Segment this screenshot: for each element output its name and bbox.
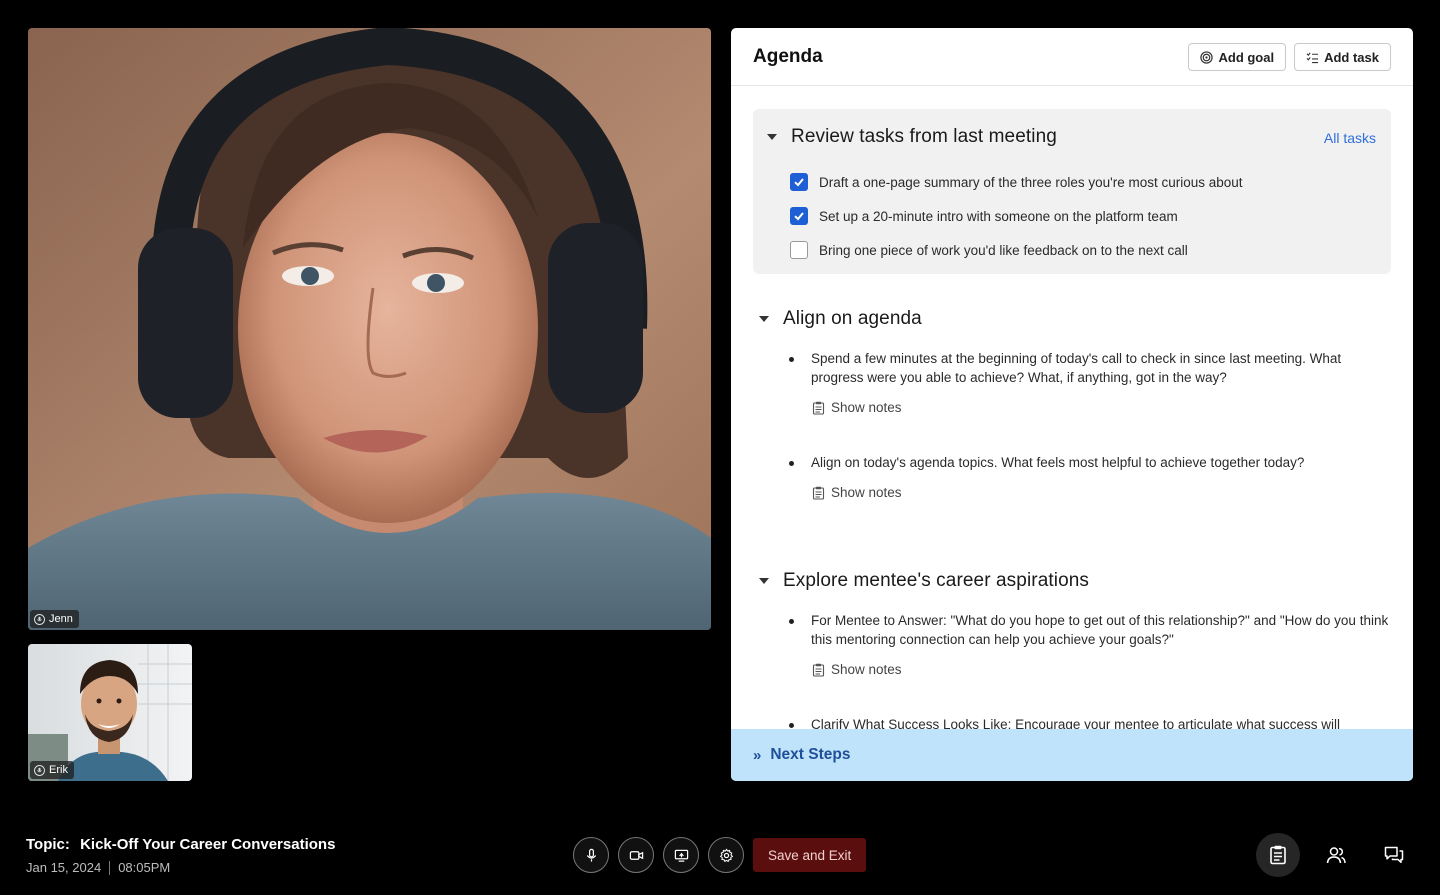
- all-tasks-link[interactable]: All tasks: [1324, 130, 1376, 146]
- share-screen-button[interactable]: [663, 837, 699, 873]
- agenda-header: Agenda Add goal Add task: [731, 28, 1413, 86]
- divider: [109, 860, 111, 875]
- bullet: [789, 461, 794, 466]
- participant-name-tag: Jenn: [30, 610, 79, 628]
- agenda-toggle-button[interactable]: [1256, 833, 1300, 877]
- topic-key: Topic:: [26, 836, 70, 853]
- task-item: Bring one piece of work you'd like feedb…: [790, 241, 1188, 259]
- mic-icon: [34, 764, 45, 776]
- show-notes-label: Show notes: [831, 662, 902, 677]
- meeting-topic: Topic: Kick-Off Your Career Conversation…: [26, 836, 335, 853]
- chat-bubbles-icon: [1384, 846, 1404, 864]
- show-notes-button[interactable]: Show notes: [812, 662, 902, 677]
- agenda-item-text: For Mentee to Answer: "What do you hope …: [811, 613, 1389, 647]
- task-checkbox[interactable]: [790, 173, 808, 191]
- task-checkbox[interactable]: [790, 207, 808, 225]
- checkmark-icon: [794, 212, 804, 221]
- agenda-content[interactable]: Review tasks from last meeting All tasks…: [731, 87, 1413, 729]
- main-video-tile[interactable]: Jenn: [28, 28, 711, 630]
- participant-name-tag: Erik: [30, 761, 74, 779]
- agenda-item-text: Align on today's agenda topics. What fee…: [811, 455, 1305, 470]
- topic-value: Kick-Off Your Career Conversations: [80, 836, 336, 853]
- bullet: [789, 723, 794, 728]
- section-title: Explore mentee's career aspirations: [783, 570, 1089, 591]
- task-label: Bring one piece of work you'd like feedb…: [819, 242, 1188, 258]
- side-panel-toggles: [1256, 833, 1416, 877]
- target-icon: [1200, 50, 1214, 64]
- call-controls: Save and Exit: [573, 837, 867, 873]
- people-icon: [1326, 847, 1346, 864]
- add-task-button[interactable]: Add task: [1294, 43, 1391, 71]
- collapse-caret-icon[interactable]: [759, 316, 769, 322]
- show-notes-button[interactable]: Show notes: [812, 400, 902, 415]
- next-steps-label: Next Steps: [770, 746, 851, 763]
- task-item: Draft a one-page summary of the three ro…: [790, 173, 1243, 191]
- task-item: Set up a 20-minute intro with someone on…: [790, 207, 1178, 225]
- next-steps-bar[interactable]: » Next Steps: [731, 729, 1413, 781]
- task-label: Set up a 20-minute intro with someone on…: [819, 208, 1178, 224]
- microphone-button[interactable]: [573, 837, 609, 873]
- collapse-caret-icon[interactable]: [767, 134, 777, 140]
- double-chevron-right-icon: »: [753, 746, 762, 764]
- bullet: [789, 619, 794, 624]
- agenda-item-text: Clarify What Success Looks Like: Encoura…: [811, 717, 1340, 729]
- review-section-header: Review tasks from last meeting: [767, 126, 1057, 148]
- agenda-panel: Agenda Add goal Add task Review tasks fr…: [731, 28, 1413, 781]
- save-and-exit-button[interactable]: Save and Exit: [753, 838, 867, 872]
- meeting-datetime: Jan 15, 2024 08:05PM: [26, 860, 170, 875]
- explore-section-header: Explore mentee's career aspirations: [759, 570, 1089, 592]
- checkmark-icon: [794, 178, 804, 187]
- settings-button[interactable]: [708, 837, 744, 873]
- clipboard-icon: [812, 401, 825, 415]
- meeting-date: Jan 15, 2024: [26, 860, 102, 875]
- video-camera-icon: [629, 850, 643, 860]
- review-tasks-section: Review tasks from last meeting All tasks…: [753, 109, 1391, 274]
- show-notes-label: Show notes: [831, 485, 902, 500]
- collapse-caret-icon[interactable]: [759, 578, 769, 584]
- self-video-tile[interactable]: Erik: [28, 644, 192, 781]
- participants-button[interactable]: [1314, 833, 1358, 877]
- clipboard-icon: [812, 663, 825, 677]
- align-section-header: Align on agenda: [759, 308, 922, 330]
- add-goal-label: Add goal: [1218, 49, 1275, 65]
- camera-button[interactable]: [618, 837, 654, 873]
- participant-name: Jenn: [49, 613, 73, 625]
- meeting-time: 08:05PM: [118, 860, 171, 875]
- task-label: Draft a one-page summary of the three ro…: [819, 174, 1243, 190]
- checklist-icon: [1306, 52, 1319, 63]
- agenda-title: Agenda: [753, 45, 823, 67]
- participant-video-jenn: [28, 28, 711, 630]
- participant-name: Erik: [49, 764, 68, 776]
- show-notes-button[interactable]: Show notes: [812, 485, 902, 500]
- add-task-label: Add task: [1324, 49, 1379, 65]
- chat-button[interactable]: [1372, 833, 1416, 877]
- show-notes-label: Show notes: [831, 400, 902, 415]
- section-title: Review tasks from last meeting: [791, 126, 1057, 147]
- clipboard-icon: [812, 486, 825, 500]
- task-checkbox[interactable]: [790, 241, 808, 259]
- microphone-icon: [586, 848, 596, 862]
- agenda-item-text: Spend a few minutes at the beginning of …: [811, 351, 1342, 385]
- bullet: [789, 357, 794, 362]
- add-goal-button[interactable]: Add goal: [1188, 43, 1287, 71]
- mic-icon: [34, 613, 45, 625]
- section-title: Align on agenda: [783, 308, 922, 329]
- gear-icon: [719, 848, 733, 862]
- clipboard-list-icon: [1270, 845, 1286, 865]
- screen-share-icon: [674, 849, 688, 862]
